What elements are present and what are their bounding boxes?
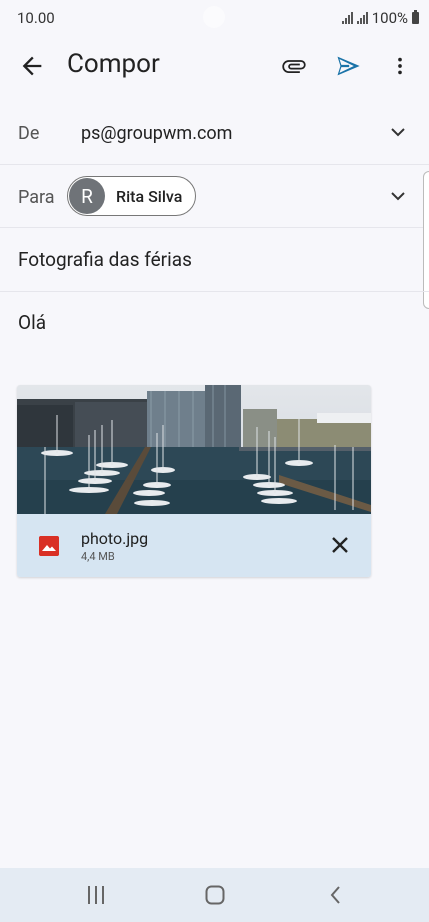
paperclip-icon[interactable] <box>279 52 309 80</box>
attachment-preview-image <box>17 385 371 514</box>
recents-icon[interactable] <box>86 886 106 904</box>
home-icon[interactable] <box>205 885 225 905</box>
attachment-file-name: photo.jpg <box>81 529 149 548</box>
to-row[interactable]: Para R Rita Silva <box>0 165 429 228</box>
status-bar: 10.00 100% <box>0 0 429 36</box>
signal-icon <box>341 12 353 24</box>
attachment-file-size: 4,4 MB <box>81 550 115 563</box>
from-address[interactable]: ps@groupwm.com <box>81 123 232 144</box>
message-body[interactable]: Olá <box>18 311 46 334</box>
to-label: Para <box>18 187 55 208</box>
status-indicators: 100% <box>341 9 419 27</box>
battery-level: 100% <box>371 9 408 27</box>
status-time: 10.00 <box>17 9 55 27</box>
from-row[interactable]: De ps@groupwm.com <box>0 101 429 165</box>
recipient-chip[interactable]: R Rita Silva <box>67 176 197 216</box>
page-title: Compor <box>67 49 160 79</box>
signal-icon <box>356 12 368 24</box>
battery-icon <box>412 10 419 24</box>
front-camera <box>203 6 225 28</box>
app-bar: Compor <box>0 36 429 96</box>
attachment-card[interactable]: photo.jpg 4,4 MB <box>17 385 371 577</box>
close-icon[interactable] <box>330 535 350 555</box>
back-arrow-icon[interactable] <box>18 52 46 80</box>
system-navigation-bar <box>0 868 429 922</box>
subject-row[interactable]: Fotografia das férias <box>0 228 429 292</box>
chevron-down-icon[interactable] <box>389 123 407 141</box>
recipient-name: Rita Silva <box>116 186 183 206</box>
image-icon <box>39 536 59 556</box>
more-vert-icon[interactable] <box>389 52 411 80</box>
send-icon[interactable] <box>334 52 362 80</box>
avatar: R <box>69 178 105 214</box>
chevron-down-icon[interactable] <box>389 187 407 205</box>
subject-field[interactable]: Fotografia das férias <box>18 248 192 271</box>
from-label: De <box>18 123 40 144</box>
attachment-info-bar: photo.jpg 4,4 MB <box>17 514 371 577</box>
nav-back-icon[interactable] <box>326 885 346 905</box>
